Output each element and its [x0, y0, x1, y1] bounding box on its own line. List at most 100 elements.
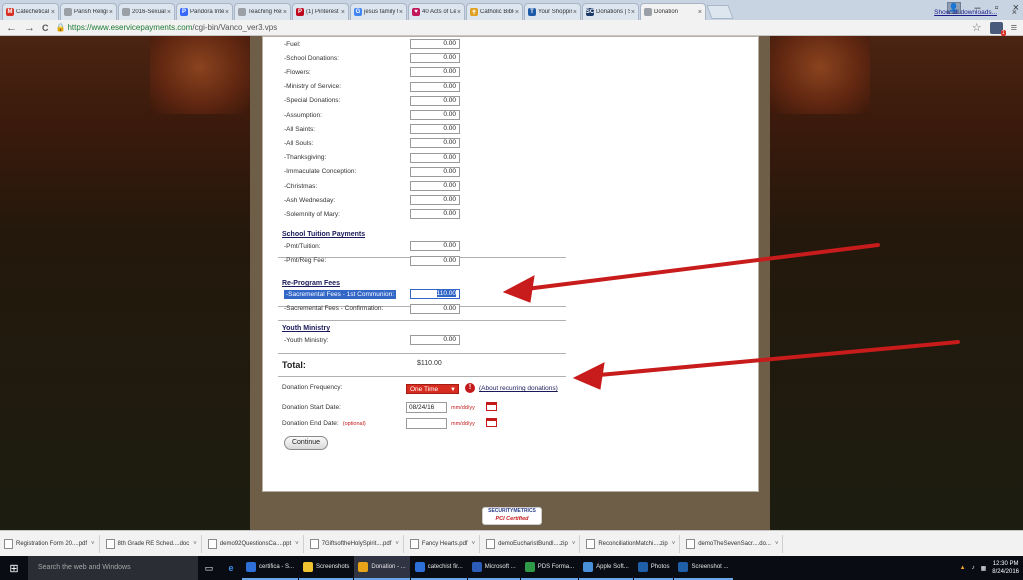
download-item[interactable]: Fancy Hearts.pdf ˅ [409, 534, 481, 553]
browser-tab[interactable]: Donation × [640, 3, 706, 20]
edge-icon[interactable]: e [220, 556, 242, 580]
tab-label: Parish Religious [74, 9, 108, 15]
favicon-icon [64, 8, 72, 16]
favicon-icon: P [180, 8, 188, 16]
download-item[interactable]: demo92QuestionsCa....ppt ˅ [207, 534, 304, 553]
taskbar-app[interactable]: certifica - S... [242, 556, 299, 580]
taskbar-app[interactable]: Microsoft ... [467, 556, 520, 580]
chevron-down-icon[interactable]: ˅ [775, 541, 779, 547]
tab-close-icon[interactable]: × [283, 9, 287, 16]
volume-icon[interactable]: ♪ [972, 565, 975, 571]
download-item[interactable]: 8th Grade RE Sched....doc ˅ [105, 534, 202, 553]
tab-close-icon[interactable]: × [167, 9, 171, 16]
bookmark-star-icon[interactable]: ☆ [972, 21, 982, 34]
tab-label: Donations | St. [596, 9, 630, 15]
browser-tab[interactable]: TYour Shopping× [524, 3, 581, 20]
browser-tab[interactable]: ✝ Catholic Bible × [466, 3, 523, 20]
browser-tab[interactable]: Gjesus family tree× [350, 3, 407, 20]
browser-tab[interactable]: Parish Religious× [60, 3, 117, 20]
extension-icon[interactable]: 1 [989, 21, 1006, 36]
file-icon [105, 538, 115, 549]
download-item[interactable]: demoEucharistBundl....zip ˅ [486, 534, 581, 553]
tab-close-icon[interactable]: × [457, 9, 461, 16]
app-icon [471, 562, 482, 572]
browser-toolbar: ← → C 🔒 https://www.eservicepayments.com… [0, 20, 1023, 36]
tab-close-icon[interactable]: × [631, 9, 635, 16]
download-item[interactable]: demoTheSevenSacr....do... ˅ [686, 534, 784, 553]
download-item[interactable]: Registration Form 20....pdf ˅ [4, 534, 100, 553]
chevron-down-icon[interactable]: ˅ [672, 541, 676, 547]
taskbar-app[interactable]: Screenshots [299, 556, 354, 580]
taskbar-app[interactable]: Screenshot ... [674, 556, 733, 580]
chevron-down-icon[interactable]: ˅ [193, 541, 197, 547]
tab-close-icon[interactable]: × [51, 9, 55, 16]
back-button[interactable]: ← [6, 20, 17, 36]
lock-icon: 🔒 [55, 23, 66, 32]
arrow-head [502, 275, 535, 303]
file-icon [686, 538, 696, 549]
download-item[interactable]: ReconciliationMatchi....zip ˅ [586, 534, 681, 553]
forward-button[interactable]: → [24, 20, 35, 36]
favicon-icon: P [296, 8, 304, 16]
browser-tab[interactable]: 2016-Sexual-Mi× [118, 3, 175, 20]
tab-close-icon[interactable]: × [698, 9, 702, 16]
file-icon [409, 538, 419, 549]
tab-label: Catechetical Le [16, 9, 50, 15]
tab-close-icon[interactable]: × [399, 9, 403, 16]
reload-button[interactable]: C [42, 20, 49, 36]
new-tab-button[interactable] [706, 5, 734, 19]
download-bar: Registration Form 20....pdf ˅ 8th Grade RE… [0, 530, 1023, 556]
favicon-icon: ♥ [412, 8, 420, 16]
address-bar[interactable]: https://www.eservicepayments.com/cgi-bin… [67, 23, 277, 32]
start-button[interactable]: ⊞ [0, 556, 28, 580]
red-arrow [516, 243, 880, 292]
task-view-icon[interactable]: ▭ [198, 556, 220, 580]
clock[interactable]: 12:30 PM 8/24/2016 [992, 560, 1019, 576]
taskbar-app[interactable]: PDS Forma... [520, 556, 579, 580]
network-icon[interactable]: ▦ [981, 565, 987, 572]
app-icon [246, 562, 256, 572]
tab-close-icon[interactable]: × [341, 9, 345, 16]
tab-label: Donation [654, 9, 679, 15]
tab-close-icon[interactable]: × [109, 9, 113, 16]
tab-label: Catholic Bible [480, 9, 514, 15]
chevron-down-icon[interactable]: ˅ [472, 541, 476, 547]
download-item[interactable]: 7GiftsoftheHolySpirit....pdf ˅ [309, 534, 404, 553]
file-icon [309, 538, 319, 549]
favicon-icon: SC [585, 8, 595, 16]
tab-label: Pandora Inte [190, 9, 224, 15]
browser-tab[interactable]: Teaching Resou× [234, 3, 291, 20]
show-all-downloads-link[interactable]: Show all downloads... [934, 9, 997, 16]
browser-tab[interactable]: MCatechetical Le× [2, 3, 59, 20]
chevron-down-icon[interactable]: ˅ [572, 541, 576, 547]
tab-label: (1) Pinterest [306, 9, 339, 15]
taskbar-app[interactable]: Photos [633, 556, 674, 580]
menu-icon[interactable]: ≡ [1011, 22, 1017, 34]
app-icon [414, 562, 425, 572]
page-viewport: -Fuel: 0.00 -School Donations: 0.00 -Flowers… [0, 36, 1023, 530]
browser-tab[interactable]: P Pandora Inte × [176, 3, 233, 20]
browser-tab-strip: MCatechetical Le×Parish Religious×2016-S… [0, 0, 1023, 20]
red-arrow [586, 340, 960, 378]
tab-close-icon[interactable]: × [225, 9, 229, 16]
favicon-icon: T [528, 8, 536, 16]
notification-icon[interactable]: ▲ [960, 565, 966, 571]
chevron-down-icon[interactable]: ˅ [295, 541, 299, 547]
chevron-down-icon[interactable]: ˅ [91, 541, 95, 547]
app-icon [678, 562, 689, 572]
tab-close-icon[interactable]: × [573, 9, 577, 16]
taskbar-app[interactable]: catechist fir... [410, 556, 467, 580]
tab-label: jesus family tree [364, 9, 398, 15]
file-icon [486, 538, 496, 549]
tab-label: Teaching Resou [248, 9, 282, 15]
browser-tab[interactable]: SCDonations | St.× [582, 3, 639, 20]
tab-close-icon[interactable]: × [515, 9, 519, 16]
close-download-bar-icon[interactable]: × [1012, 7, 1017, 17]
browser-tab[interactable]: ♥40 Acts of Lent× [408, 3, 465, 20]
browser-tab[interactable]: P (1) Pinterest × [292, 3, 349, 20]
file-icon [207, 538, 217, 549]
chevron-down-icon[interactable]: ˅ [395, 541, 399, 547]
taskbar-app[interactable]: Donation - ... [354, 556, 410, 580]
taskbar-app[interactable]: Apple Soft... [579, 556, 633, 580]
taskbar-search[interactable]: Search the web and Windows [28, 556, 198, 580]
